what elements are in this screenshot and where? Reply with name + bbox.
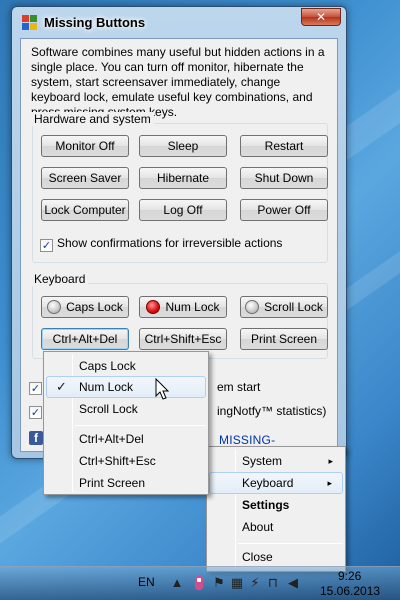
volume-icon[interactable]: ◀ [286,576,300,590]
tray-app-glyph [195,576,203,590]
confirm-checkbox[interactable]: ✓ Show confirmations for irreversible act… [40,236,282,252]
caps-lock-label: Caps Lock [66,300,123,314]
num-lock-button[interactable]: Num Lock [139,296,227,318]
caps-lock-button[interactable]: Caps Lock [41,296,129,318]
keyboard-submenu: Caps Lock ✓ Num Lock Scroll Lock Ctrl+Al… [43,351,209,495]
check-icon: ✓ [40,239,53,252]
language-indicator[interactable]: EN [138,575,155,589]
power-icon[interactable]: ⚡ [248,576,262,590]
print-screen-button[interactable]: Print Screen [240,328,328,350]
menu-item-close[interactable]: Close [209,546,343,568]
ctrl-shift-esc-button[interactable]: Ctrl+Shift+Esc [139,328,227,350]
menu-separator [75,425,206,426]
startup-label-tail: em start [217,380,261,394]
num-lock-led-icon [146,300,161,314]
check-icon: ✓ [29,406,42,419]
power-off-button[interactable]: Power Off [240,199,328,221]
submenu-arrow-icon: ▸ [328,456,333,466]
submenu-item-ctrl-shift-esc[interactable]: Ctrl+Shift+Esc [46,450,206,472]
log-off-button[interactable]: Log Off [139,199,227,221]
restart-button[interactable]: Restart [240,135,328,157]
hibernate-button[interactable]: Hibernate [139,167,227,189]
taskbar: EN ▲ ⚑ ▦ ⚡ ⊓ ◀ 9:26 15.06.2013 [0,566,400,600]
usb-icon[interactable]: ⊓ [266,576,280,590]
checkmark-icon: ✓ [56,379,67,394]
num-lock-label: Num Lock [165,300,220,314]
confirm-label: Show confirmations for irreversible acti… [57,236,283,250]
menu-item-label: System [242,454,283,468]
scroll-lock-led-icon [245,300,260,314]
shut-down-button[interactable]: Shut Down [240,167,328,189]
submenu-item-ctrl-alt-del[interactable]: Ctrl+Alt+Del [46,428,206,450]
menu-item-settings[interactable]: Settings [209,494,343,516]
flag-icon[interactable]: ⚑ [212,576,226,590]
caps-lock-led-icon [47,300,62,314]
submenu-item-label: Num Lock [79,380,134,394]
keyboard-group-label: Keyboard [31,272,89,286]
check-icon: ✓ [29,382,42,395]
ctrl-alt-del-button[interactable]: Ctrl+Alt+Del [41,328,129,350]
submenu-arrow-icon: ▸ [327,478,332,488]
screen-saver-button[interactable]: Screen Saver [41,167,129,189]
missing-buttons-tray-icon[interactable] [192,576,206,590]
menu-item-keyboard[interactable]: Keyboard ▸ [209,472,343,494]
menu-item-system[interactable]: System ▸ [209,450,343,472]
sleep-button[interactable]: Sleep [139,135,227,157]
window-title: Missing Buttons [44,15,146,30]
stats-label-tail: ingNotfy™ statistics) [217,404,327,418]
clock-date[interactable]: 15.06.2013 [320,584,380,598]
description-text: Software combines many useful but hidden… [31,45,325,119]
submenu-item-print-screen[interactable]: Print Screen [46,472,206,494]
menu-item-about[interactable]: About [209,516,343,538]
monitor-off-button[interactable]: Monitor Off [41,135,129,157]
scroll-lock-button[interactable]: Scroll Lock [240,296,328,318]
submenu-item-num-lock[interactable]: ✓ Num Lock [46,376,206,398]
menu-separator [238,543,343,544]
arrow-up-icon[interactable]: ▲ [170,576,184,590]
submenu-item-scroll-lock[interactable]: Scroll Lock [46,398,206,420]
app-icon [22,15,38,31]
clock-time[interactable]: 9:26 [338,569,361,583]
submenu-item-caps-lock[interactable]: Caps Lock [46,355,206,377]
scroll-lock-label: Scroll Lock [264,300,323,314]
menu-item-label: Keyboard [242,476,294,490]
tray-context-menu: System ▸ Keyboard ▸ Settings About Close [206,446,346,572]
close-button[interactable]: ✕ [301,8,341,26]
title-bar[interactable]: Missing Buttons ✕ [12,7,346,37]
hardware-group-label: Hardware and system [31,112,154,126]
mouse-cursor-icon [155,378,170,400]
facebook-icon[interactable]: f [29,431,43,445]
network-icon[interactable]: ▦ [230,576,244,590]
lock-computer-button[interactable]: Lock Computer [41,199,129,221]
